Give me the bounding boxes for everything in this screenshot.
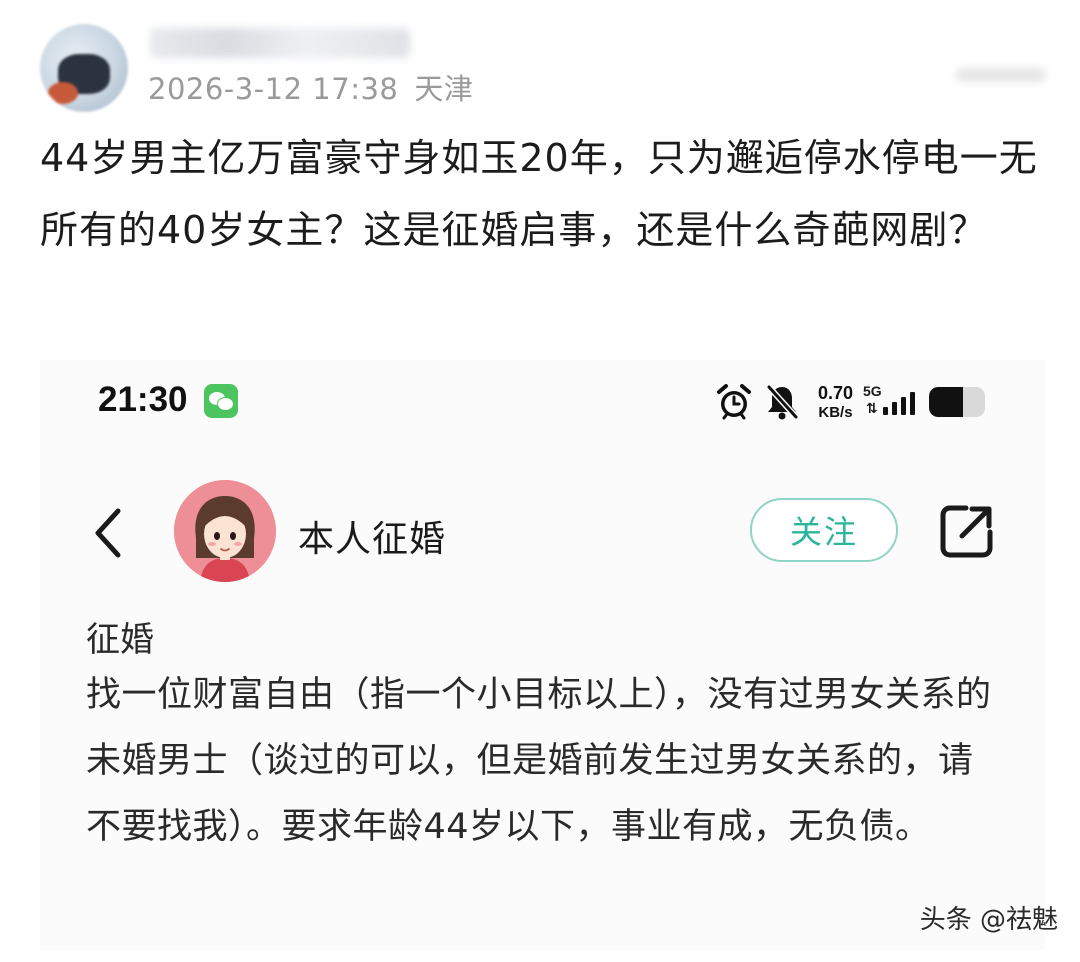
network-type: 5G: [863, 383, 882, 399]
network-speed-value: 0.70: [817, 383, 853, 403]
post-timestamp: 2026-3-12 17:38: [148, 72, 399, 106]
share-icon[interactable]: [938, 502, 996, 560]
avatar-shape: [48, 82, 78, 104]
battery-icon: [929, 387, 985, 417]
alarm-icon: [716, 384, 751, 420]
signal-bar: [892, 402, 897, 415]
post-location: 天津: [414, 72, 474, 106]
profile-avatar[interactable]: [174, 480, 276, 582]
follow-button[interactable]: 关注: [750, 498, 898, 562]
signal-bar: [910, 392, 915, 415]
bell-muted-icon: [765, 384, 799, 420]
status-bar: 21:30 0.70 KB/s 5G ⇅: [40, 360, 1045, 440]
post-text: 44岁男主亿万富豪守身如玉20年，只为邂逅停水停电一无所有的40岁女主？这是征婚…: [40, 136, 1038, 252]
post-meta: 2026-3-12 17:38 天津: [148, 66, 473, 108]
signal-bar: [901, 397, 906, 415]
profile-name[interactable]: 本人征婚: [298, 510, 446, 562]
wechat-icon: [204, 384, 238, 418]
embedded-screenshot: 21:30 0.70 KB/s 5G ⇅ 本人征婚 关注 征婚 找一位财富自由（…: [40, 360, 1045, 950]
network-speed: 0.70 KB/s: [818, 384, 853, 420]
post-header: 2026-3-12 17:38 天津: [38, 16, 1048, 116]
signal-icon: 5G ⇅: [863, 383, 919, 421]
author-avatar[interactable]: [40, 24, 128, 112]
signal-bar: [883, 407, 888, 415]
data-arrows-icon: ⇅: [866, 401, 878, 417]
author-name-blurred: [150, 28, 410, 58]
more-icon[interactable]: [956, 68, 1046, 82]
status-time: 21:30: [98, 380, 188, 419]
back-icon[interactable]: [88, 505, 128, 561]
content-title: 征婚: [86, 620, 154, 660]
network-speed-unit: KB/s: [818, 404, 853, 421]
battery-fill: [929, 387, 963, 417]
content-body: 找一位财富自由（指一个小目标以上），没有过男女关系的未婚男士（谈过的可以，但是婚…: [86, 675, 992, 847]
cartoon-girl-icon: [174, 480, 276, 582]
watermark: 头条 @祛魅: [919, 905, 1058, 935]
status-icons: 0.70 KB/s 5G ⇅: [716, 380, 985, 424]
